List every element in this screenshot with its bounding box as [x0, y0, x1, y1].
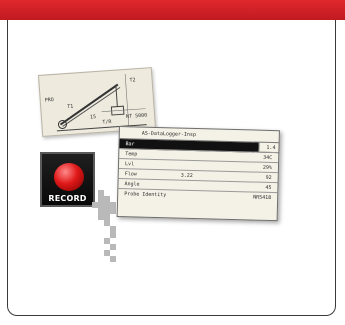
row-value: 34C	[263, 154, 273, 162]
row-value: 45	[265, 184, 272, 192]
row-value: 1.4	[258, 142, 279, 153]
sketch-label: T2	[129, 77, 136, 84]
record-button[interactable]: RECORD	[40, 152, 95, 207]
data-logger-dialog: AS-DataLogger-Insp Bar 1.4 Temp 34C Lvl …	[116, 126, 280, 222]
row-label: Angle	[124, 181, 140, 188]
row-label: Flow	[124, 171, 137, 178]
row-value: 92	[265, 174, 272, 182]
row-label: Bar	[125, 141, 135, 148]
record-label: RECORD	[48, 194, 87, 203]
row-label: Lvl	[124, 161, 135, 168]
row-value: NR5418	[253, 194, 272, 202]
row-value: 29%	[262, 164, 273, 172]
row-label: Temp	[125, 151, 138, 158]
sketch-label: PRO	[44, 97, 54, 104]
header-bar	[0, 0, 345, 20]
row-label: Probe Identity	[124, 191, 167, 199]
sketch-label: T1	[67, 103, 74, 111]
row-mid: 3.22	[180, 172, 193, 179]
sketch-label: T/R	[102, 119, 112, 126]
sketch-label: 15	[89, 114, 97, 121]
record-light-icon	[54, 163, 84, 191]
